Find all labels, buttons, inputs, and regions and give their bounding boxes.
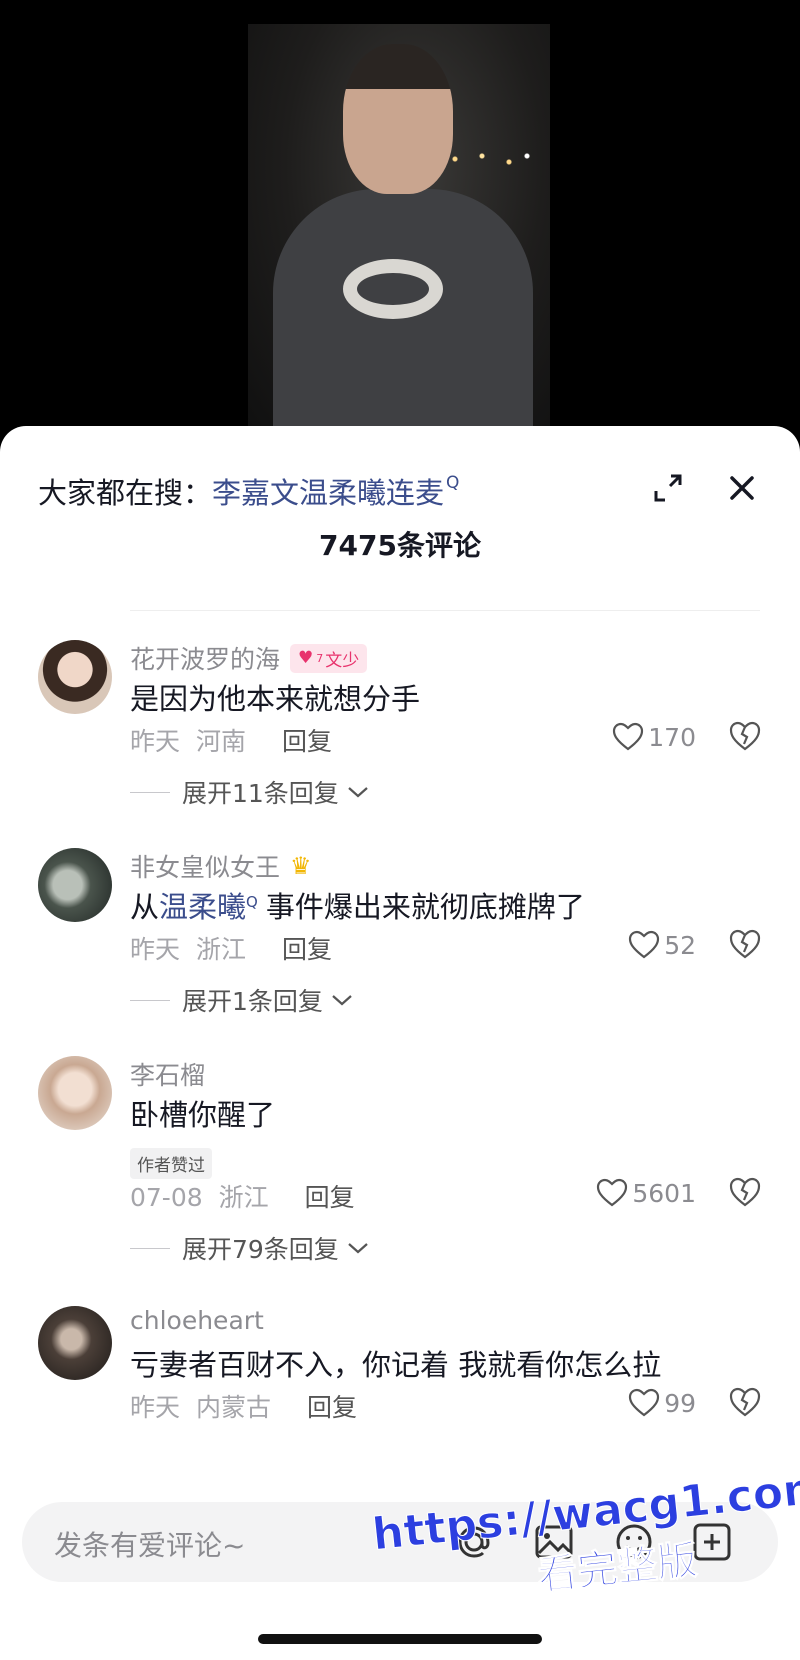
comment-sheet: 大家都在搜： 李嘉文温柔曦连麦 Q 7475条评论 花开波罗的海 ♥ 7 文少 是因… — [0, 426, 800, 1660]
username-text: chloeheart — [130, 1306, 264, 1335]
comment-location: 内蒙古 — [195, 1393, 271, 1422]
search-icon: Q — [446, 473, 460, 493]
like-button[interactable]: 5601 — [596, 1178, 696, 1208]
reply-button[interactable]: 回复 — [282, 727, 332, 756]
comment-search-link[interactable]: 温柔曦 — [159, 890, 246, 924]
username-text: 李石榴 — [130, 1061, 206, 1090]
comment-text-prefix: 从 — [130, 890, 160, 924]
avatar[interactable] — [38, 1056, 112, 1130]
crown-icon: ♛ — [290, 852, 312, 880]
avatar[interactable] — [38, 640, 112, 714]
comment-location: 浙江 — [218, 1183, 269, 1212]
expand-replies-label: 展开1条回复 — [182, 987, 323, 1016]
username[interactable]: 李石榴 — [130, 1056, 205, 1092]
expand-replies-button[interactable]: 展开1条回复 — [130, 982, 353, 1018]
comment-meta: 昨天 河南 回复 — [130, 722, 332, 758]
like-count: 99 — [664, 1388, 696, 1418]
fan-badge: ♥ 7 文少 — [290, 643, 368, 673]
like-count: 5601 — [632, 1178, 696, 1208]
expand-line — [130, 999, 170, 1001]
comment-text: 是因为他本来就想分手 — [130, 682, 421, 716]
close-icon[interactable] — [724, 470, 760, 506]
reply-button[interactable]: 回复 — [282, 935, 332, 964]
avatar[interactable] — [38, 848, 112, 922]
dislike-icon[interactable] — [728, 1176, 762, 1208]
author-liked-badge: 作者赞过 — [130, 1148, 212, 1179]
comment-time: 07-08 — [130, 1183, 203, 1212]
heart-icon — [629, 930, 660, 959]
comment-count: 7475条评论 — [319, 529, 481, 562]
comment-time: 昨天 — [130, 935, 181, 964]
badge-label: 文少 — [325, 650, 360, 671]
chevron-down-icon — [332, 995, 352, 1006]
username[interactable]: 非女皇似女王 ♛ — [130, 848, 312, 884]
dislike-icon[interactable] — [728, 928, 762, 960]
comment-time: 昨天 — [130, 1393, 181, 1422]
video-area[interactable] — [0, 0, 800, 440]
reply-button[interactable]: 回复 — [305, 1183, 355, 1212]
comment-text: 卧槽你醒了 — [130, 1098, 276, 1132]
expand-line — [130, 791, 170, 793]
like-count: 52 — [664, 930, 696, 960]
badge-heart-icon: ♥ — [298, 648, 314, 668]
like-button[interactable]: 99 — [628, 1388, 696, 1418]
person-head — [343, 44, 453, 194]
comment-time: 昨天 — [130, 727, 181, 756]
comment-text: 亏妻者百财不入，你记着 我就看你怎么拉 — [130, 1348, 662, 1382]
video-frame[interactable] — [248, 24, 550, 429]
comment-meta: 昨天 浙江 回复 — [130, 930, 332, 966]
username-text: 花开波罗的海 — [130, 645, 281, 674]
expand-line — [130, 1247, 170, 1249]
chevron-down-icon — [348, 1243, 368, 1254]
search-icon: Q — [246, 893, 258, 911]
username[interactable]: chloeheart — [130, 1306, 264, 1335]
like-button[interactable]: 52 — [628, 930, 696, 960]
heart-icon — [613, 722, 644, 751]
username[interactable]: 花开波罗的海 ♥ 7 文少 — [130, 640, 368, 676]
comment-location: 河南 — [195, 727, 246, 756]
home-indicator[interactable] — [258, 1634, 542, 1644]
badge-level: 7 — [316, 651, 324, 665]
shirt-logo — [343, 259, 443, 319]
reply-button[interactable]: 回复 — [307, 1393, 357, 1422]
expand-icon[interactable] — [650, 470, 686, 506]
heart-icon — [597, 1178, 628, 1207]
expand-replies-label: 展开79条回复 — [182, 1235, 339, 1264]
search-suggestion[interactable]: 大家都在搜： 李嘉文温柔曦连麦 Q — [38, 466, 459, 516]
heart-icon — [629, 1388, 660, 1417]
background-lights — [446, 144, 536, 174]
expand-replies-label: 展开11条回复 — [182, 779, 339, 808]
comment-location: 浙江 — [195, 935, 246, 964]
comment-meta: 昨天 内蒙古 回复 — [130, 1388, 357, 1424]
expand-replies-button[interactable]: 展开11条回复 — [130, 774, 369, 810]
comment-meta: 07-08 浙江 回复 — [130, 1178, 355, 1214]
avatar[interactable] — [38, 1306, 112, 1380]
username-text: 非女皇似女王 — [130, 853, 281, 882]
search-term-link[interactable]: 李嘉文温柔曦连麦 — [212, 470, 444, 512]
dislike-icon[interactable] — [728, 720, 762, 752]
like-button[interactable]: 170 — [612, 722, 696, 752]
comment-input[interactable]: 发条有爱评论~ — [54, 1524, 245, 1564]
chevron-down-icon — [348, 787, 368, 798]
like-count: 170 — [648, 722, 696, 752]
expand-replies-button[interactable]: 展开79条回复 — [130, 1230, 369, 1266]
divider — [130, 610, 760, 611]
dislike-icon[interactable] — [728, 1386, 762, 1418]
comment-text-rest: 事件爆出来就彻底摊牌了 — [265, 890, 585, 924]
comment-text: 从温柔曦Q 事件爆出来就彻底摊牌了 — [130, 884, 585, 926]
search-prefix: 大家都在搜： — [38, 476, 213, 510]
